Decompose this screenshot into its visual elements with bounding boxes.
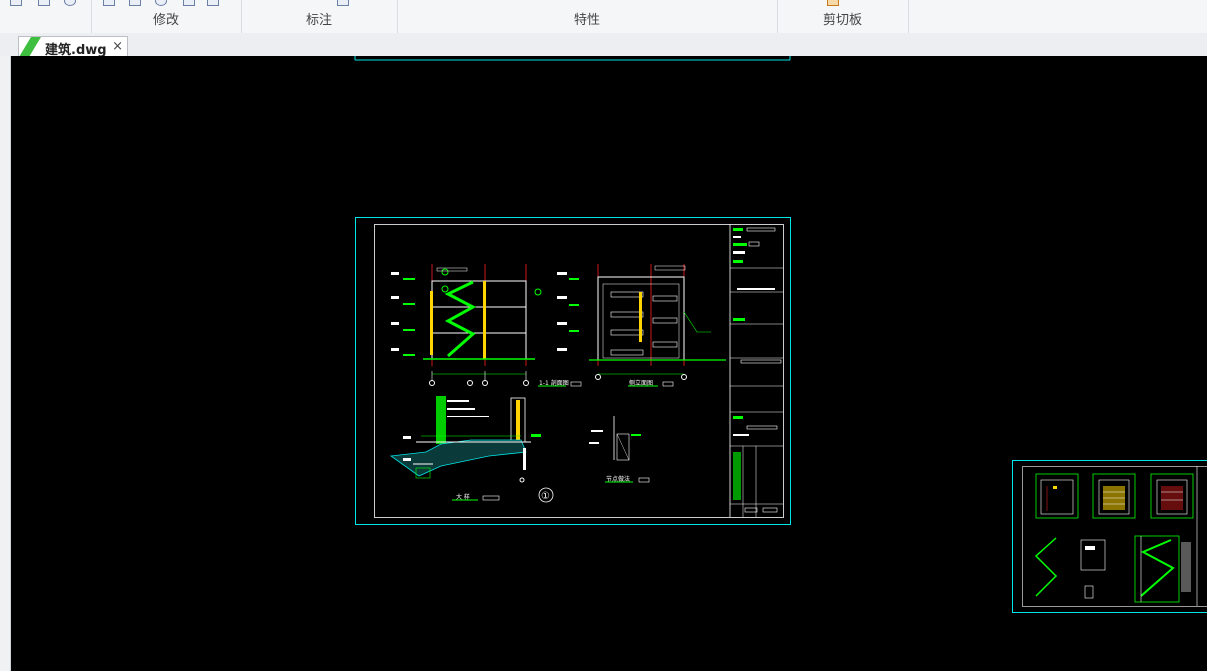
draw-tool-icon[interactable] bbox=[38, 0, 50, 6]
detail-title: 大 样 bbox=[456, 493, 470, 501]
ribbon: 修改 标注 特性 剪切板 bbox=[0, 0, 1207, 34]
ribbon-group-properties: 特性 bbox=[397, 0, 778, 33]
detail-callout: ① bbox=[541, 491, 550, 502]
plan-2 bbox=[1092, 473, 1136, 519]
draw-circle-icon[interactable] bbox=[64, 0, 76, 6]
sheet-top-partial[interactable] bbox=[354, 56, 791, 61]
node-detail-drawing: 节点做法 bbox=[589, 416, 650, 483]
plan-1 bbox=[1035, 473, 1079, 519]
ribbon-group-label: 剪切板 bbox=[822, 13, 862, 28]
elevation-title: 侧立面图 bbox=[629, 379, 653, 387]
document-tab[interactable]: 建筑.dwg × bbox=[18, 36, 128, 58]
ribbon-group-clipboard: 剪切板 bbox=[777, 0, 909, 33]
ribbon-group-modify: 修改 bbox=[91, 0, 242, 33]
modify-tool-icon[interactable] bbox=[207, 0, 219, 6]
sheet-main[interactable]: 1-1 剖面图 侧立面图 大 样 ① 节点做法 bbox=[355, 217, 791, 525]
ribbon-group-annotate: 标注 bbox=[241, 0, 398, 33]
modify-tool-icon[interactable] bbox=[129, 0, 141, 6]
section-title: 1-1 剖面图 bbox=[539, 379, 569, 387]
drawing-svg: 1-1 剖面图 侧立面图 大 样 ① 节点做法 bbox=[354, 56, 1207, 613]
ribbon-group-label: 标注 bbox=[305, 13, 332, 28]
title-block bbox=[729, 224, 783, 517]
ribbon-group-label: 特性 bbox=[573, 13, 600, 28]
dimension-tool-icon[interactable] bbox=[337, 0, 349, 6]
elevation-drawing: 侧立面图 bbox=[557, 264, 726, 387]
node-title: 节点做法 bbox=[606, 475, 630, 483]
sheet-right-partial[interactable] bbox=[1012, 460, 1207, 613]
dwg-file-icon bbox=[19, 37, 41, 57]
ribbon-group-label: 修改 bbox=[152, 13, 179, 28]
close-tab-icon[interactable]: × bbox=[112, 39, 123, 54]
section-drawing: 1-1 剖面图 bbox=[391, 264, 582, 387]
plan-3 bbox=[1150, 473, 1194, 519]
lower-details bbox=[1034, 535, 1191, 603]
paste-icon[interactable] bbox=[827, 0, 839, 6]
modify-tool-icon[interactable] bbox=[183, 0, 195, 6]
left-scrollbar[interactable] bbox=[0, 56, 11, 671]
document-tab-bar: 建筑.dwg × bbox=[0, 33, 1207, 58]
modify-tool-icon[interactable] bbox=[103, 0, 115, 6]
draw-tool-icon[interactable] bbox=[10, 0, 22, 6]
drawing-canvas[interactable]: 1-1 剖面图 侧立面图 大 样 ① 节点做法 bbox=[11, 56, 1207, 671]
rotate-icon[interactable] bbox=[155, 0, 167, 6]
ribbon-group-draw bbox=[0, 0, 92, 33]
detail-drawing: 大 样 ① bbox=[389, 396, 554, 503]
